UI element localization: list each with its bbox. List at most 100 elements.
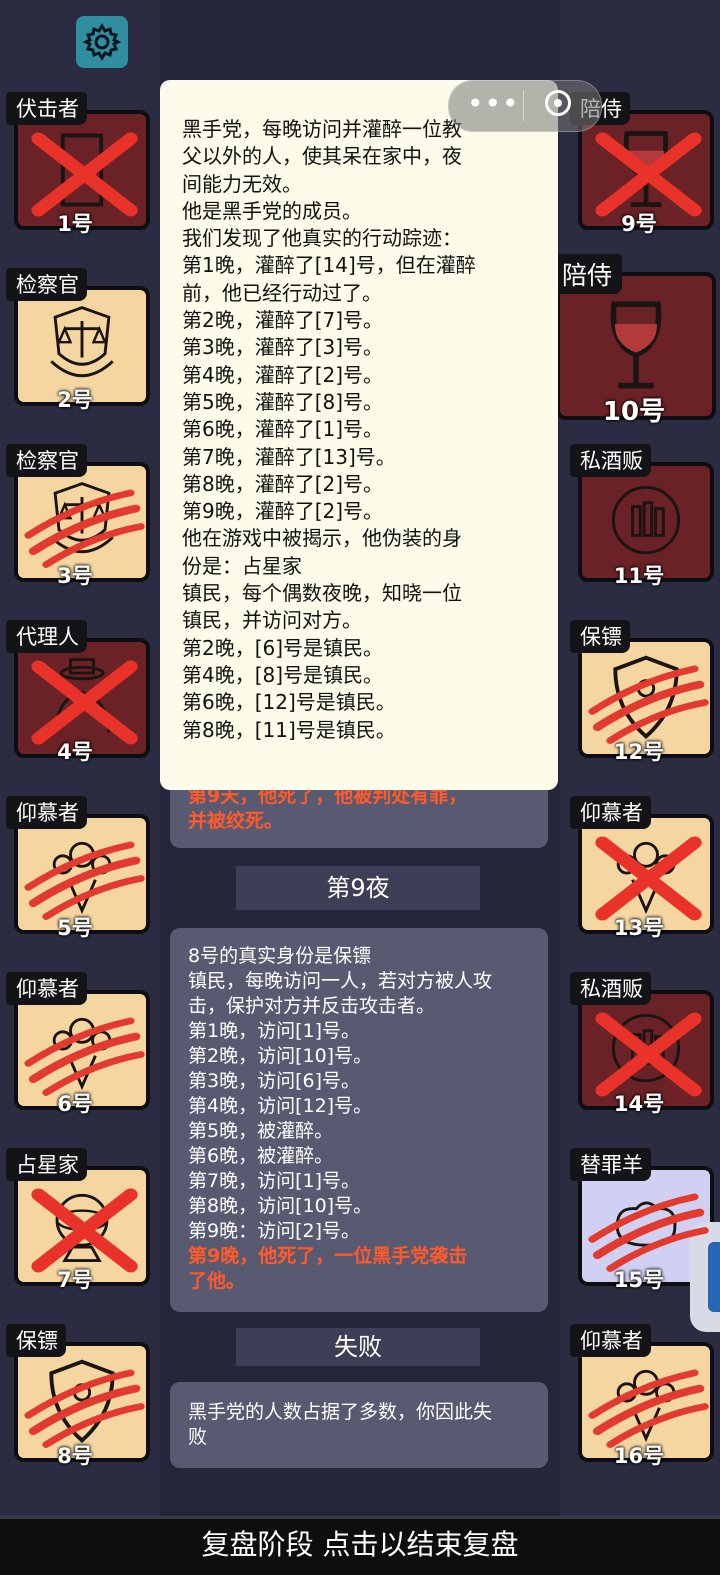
popup-text-line: 第6晚，灌醉了[1]号。 — [182, 417, 384, 442]
popup-text-line: 父以外的人，使其呆在家中，夜 — [182, 144, 462, 169]
mini-program-capsule: ••• — [448, 80, 602, 132]
player-card[interactable]: 仰慕者 16号 — [570, 1324, 714, 1468]
popup-text-line: 第4晚，灌醉了[2]号。 — [182, 362, 384, 387]
end-review-bar[interactable]: 复盘阶段 点击以结束复盘 — [0, 1516, 720, 1575]
player-card[interactable]: 私酒贩 14号 — [570, 972, 714, 1116]
role-label: 仰慕者 — [6, 972, 87, 1005]
popup-text-line: 第8晚，灌醉了[2]号。 — [182, 471, 384, 496]
popup-text-line: 第6晚，[12]号是镇民。 — [182, 690, 396, 715]
capsule-divider — [523, 91, 524, 121]
player-number: 16号 — [613, 1444, 665, 1468]
popup-text-line: 第1晚，灌醉了[14]号，但在灌醉 — [182, 253, 476, 278]
wine-glass-icon — [610, 301, 662, 389]
target-circle-icon[interactable] — [545, 90, 571, 116]
role-label: 检察官 — [6, 268, 87, 301]
night9-text-line: 第6晚，被灌醉。 — [188, 1145, 334, 1167]
player-number: 11号 — [613, 564, 665, 588]
player-number: 7号 — [57, 1268, 93, 1292]
role-label: 陪侍 — [552, 254, 623, 294]
player-card[interactable]: 仰慕者 6号 — [6, 972, 150, 1116]
player-number: 15号 — [613, 1268, 665, 1292]
popup-text-line: 第7晚，灌醉了[13]号。 — [182, 444, 396, 469]
player-number: 14号 — [613, 1092, 665, 1116]
popup-text-line: 镇民，每个偶数夜晚，知晓一位 — [182, 581, 462, 606]
popup-text-line: 他在游戏中被揭示，他伪装的身 — [182, 526, 462, 551]
fail-line-1: 黑手党的人数占据了多数，你因此失 — [188, 1401, 493, 1423]
player-card[interactable]: 陪侍 10号 — [552, 254, 716, 427]
player-number: 3号 — [57, 564, 93, 588]
popup-text-line: 第4晚，[8]号是镇民。 — [182, 662, 384, 687]
player-number: 10号 — [602, 397, 666, 427]
player-card[interactable]: 代理人 4号 — [6, 620, 150, 764]
player-card[interactable]: 替罪羊 15号 — [570, 1148, 714, 1292]
popup-text-line: 第3晚，灌醉了[3]号。 — [182, 335, 384, 360]
night9-text-line: 第3晚，访问[6]号。 — [188, 1070, 361, 1092]
player-number: 9号 — [621, 212, 657, 236]
player-card[interactable]: 检察官 3号 — [6, 444, 150, 588]
role-label: 替罪羊 — [570, 1148, 651, 1181]
player-number: 2号 — [57, 388, 93, 412]
role-label: 私酒贩 — [570, 444, 651, 477]
popup-text-line: 第2晚，灌醉了[7]号。 — [182, 308, 384, 333]
night9-text-line: 第2晚，访问[10]号。 — [188, 1045, 373, 1067]
bottles-icon — [611, 486, 681, 555]
player-card[interactable]: 私酒贩 11号 — [570, 444, 714, 588]
popup-text-line: 第9晚，灌醉了[2]号。 — [182, 499, 384, 524]
popup-text-line: 前，他已经行动过了。 — [182, 280, 382, 305]
player-card[interactable]: 伏击者 1号 — [6, 92, 150, 236]
popup-text-line: 我们发现了他真实的行动踪迹： — [182, 226, 462, 251]
role-label: 占星家 — [6, 1148, 87, 1181]
night9-text-line: 第9晚：访问[2]号。 — [188, 1220, 361, 1242]
night9-text-line: 第4晚，访问[12]号。 — [188, 1095, 373, 1117]
night9-text-line: 第8晚，访问[10]号。 — [188, 1195, 373, 1217]
role-label: 仰慕者 — [570, 1324, 651, 1357]
night9-text-line: 8号的真实身份是保镖 — [188, 945, 372, 967]
fail-panel: 黑手党的人数占据了多数，你因此失 败 — [170, 1382, 548, 1468]
role-detail-popup[interactable]: 黑手党，每晚访问并灌醉一位教 父以外的人，使其呆在家中，夜 间能力无效。 他是黑手党的… — [160, 80, 558, 790]
night9-title: 第9夜 — [236, 866, 480, 910]
night9-text-line: 击，保护对方并反击攻击者。 — [188, 995, 436, 1017]
scales-badge-icon — [50, 306, 114, 378]
night9-text-line: 第7晚，访问[1]号。 — [188, 1170, 361, 1192]
fail-title: 失败 — [236, 1328, 480, 1366]
popup-text-line: 他是黑手党的成员。 — [182, 198, 362, 223]
popup-text-line: 间能力无效。 — [182, 171, 302, 196]
role-label: 仰慕者 — [570, 796, 651, 829]
settings-button[interactable] — [76, 16, 128, 68]
night9-text-line: 镇民，每晚访问一人，若对方被人攻 — [188, 970, 493, 992]
role-label: 私酒贩 — [570, 972, 651, 1005]
player-card[interactable]: 仰慕者 13号 — [570, 796, 714, 940]
role-label: 仰慕者 — [6, 796, 87, 829]
popup-text-line: 镇民，并访问对方。 — [182, 608, 362, 633]
player-number: 8号 — [57, 1444, 93, 1468]
night9-death-line-1: 第9晚，他死了，一位黑手党袭击 — [188, 1245, 468, 1267]
popup-text-line: 第5晚，灌醉了[8]号。 — [182, 389, 384, 414]
player-card[interactable]: 占星家 7号 — [6, 1148, 150, 1292]
night9-text-line: 第5晚，被灌醉。 — [188, 1120, 334, 1142]
more-dots-icon[interactable]: ••• — [467, 90, 520, 118]
player-card[interactable]: 仰慕者 5号 — [6, 796, 150, 940]
player-number: 6号 — [57, 1092, 93, 1116]
fail-line-2: 败 — [188, 1426, 208, 1448]
popup-text-line: 第8晚，[11]号是镇民。 — [182, 717, 396, 742]
night9-panel: 8号的真实身份是保镖 镇民，每晚访问一人，若对方被人攻 击，保护对方并反击攻击者。第… — [170, 928, 548, 1312]
role-label: 保镖 — [6, 1324, 66, 1357]
player-card[interactable]: 保镖 12号 — [570, 620, 714, 764]
night9-death-line-2: 了他。 — [188, 1270, 246, 1292]
popup-text-line: 份是：占星家 — [182, 553, 302, 578]
player-number: 4号 — [57, 740, 93, 764]
gear-icon — [82, 23, 122, 61]
role-label: 伏击者 — [6, 92, 87, 125]
player-card[interactable]: 保镖 8号 — [6, 1324, 150, 1468]
player-card[interactable]: 检察官 2号 — [6, 268, 150, 412]
player-number: 13号 — [613, 916, 665, 940]
player-number: 12号 — [613, 740, 665, 764]
player-number: 5号 — [57, 916, 93, 940]
popup-text-line: 第2晚，[6]号是镇民。 — [182, 635, 384, 660]
role-label: 保镖 — [570, 620, 630, 653]
night9-text-line: 第1晚，访问[1]号。 — [188, 1020, 361, 1042]
player-number: 1号 — [57, 212, 93, 236]
role-label: 代理人 — [6, 620, 87, 653]
day9-death-line-2: 并被绞死。 — [188, 810, 284, 832]
role-label: 检察官 — [6, 444, 87, 477]
